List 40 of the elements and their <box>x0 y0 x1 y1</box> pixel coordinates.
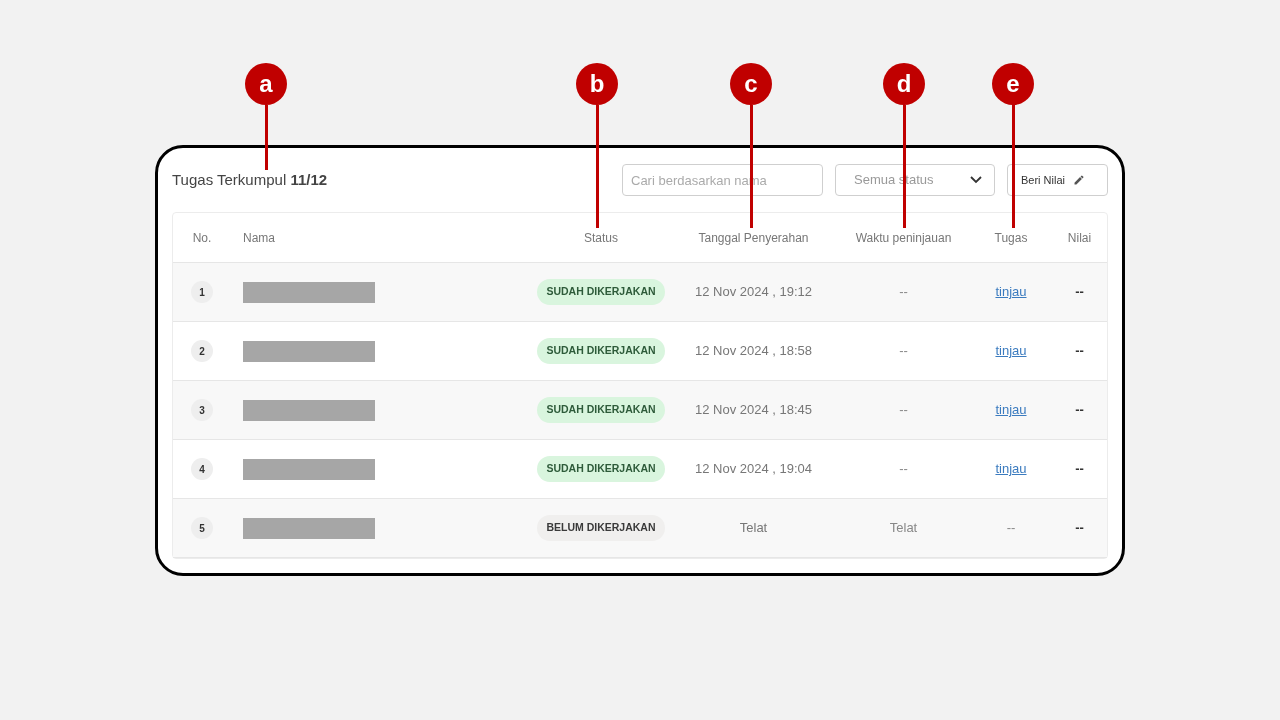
row-number: 1 <box>191 281 213 303</box>
status-badge: SUDAH DIKERJAKAN <box>537 338 665 364</box>
column-header: Tanggal Penyerahan <box>698 229 809 247</box>
column-header: No. <box>192 229 212 247</box>
score-cell-text: -- <box>1075 283 1084 302</box>
review-time: Telat <box>889 519 918 538</box>
score-cell-text: -- <box>1075 519 1084 538</box>
row-number: 4 <box>191 458 213 480</box>
status-badge: SUDAH DIKERJAKAN <box>537 456 665 482</box>
row-number: 2 <box>191 340 213 362</box>
pencil-icon <box>1073 174 1085 186</box>
column-header: Status <box>584 229 618 247</box>
review-link[interactable]: tinjau <box>995 282 1027 302</box>
chevron-down-icon <box>970 176 982 184</box>
status-badge: BELUM DIKERJAKAN <box>537 515 665 541</box>
score-cell-text: -- <box>1075 342 1084 361</box>
column-header: Waktu peninjauan <box>855 229 952 247</box>
submission-date: 12 Nov 2024 , 19:12 <box>694 283 813 302</box>
submission-date: 12 Nov 2024 , 18:45 <box>694 401 813 420</box>
row-number: 3 <box>191 399 213 421</box>
column-header: Tugas <box>994 229 1028 247</box>
status-badge: SUDAH DIKERJAKAN <box>537 279 665 305</box>
row-number: 5 <box>191 517 213 539</box>
submitted-count-title: Tugas Terkumpul 11/12 <box>172 169 328 190</box>
review-link[interactable]: tinjau <box>995 400 1027 420</box>
submission-date: Telat <box>739 519 768 538</box>
review-time: -- <box>899 283 908 302</box>
score-cell-text: -- <box>1075 460 1084 479</box>
submission-date: 12 Nov 2024 , 18:58 <box>694 342 813 361</box>
review-time: -- <box>899 401 908 420</box>
review-time: -- <box>899 460 908 479</box>
review-link[interactable]: tinjau <box>995 459 1027 479</box>
task-cell-text: -- <box>1006 519 1016 538</box>
score-cell-text: -- <box>1075 401 1084 420</box>
submission-date: 12 Nov 2024 , 19:04 <box>694 460 813 479</box>
status-badge: SUDAH DIKERJAKAN <box>537 397 665 423</box>
column-header: Nama <box>242 229 276 247</box>
review-link[interactable]: tinjau <box>995 341 1027 361</box>
column-header: Nilai <box>1067 229 1092 247</box>
review-time: -- <box>899 342 908 361</box>
